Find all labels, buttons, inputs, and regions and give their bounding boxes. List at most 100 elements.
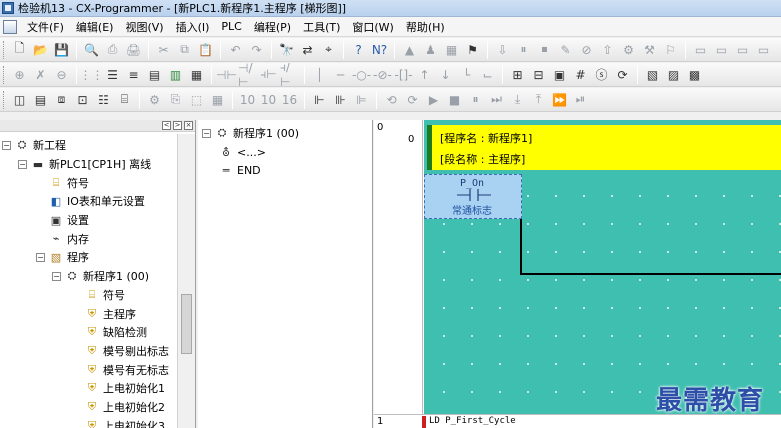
redo-icon[interactable]: ↷ [247,41,266,59]
monitor-comment-icon[interactable]: ▦ [187,66,206,84]
workspace-scroll-left-button[interactable]: < [162,121,171,130]
tree-item[interactable]: ⛨ 上电初始化3 [0,416,195,428]
contact-or-icon[interactable]: ⫞⊢ [259,66,278,84]
sim-pause-icon[interactable]: ⏸ [466,91,485,109]
tree-item[interactable]: ▣ 设置 [0,211,195,230]
address-icon[interactable]: # [571,66,590,84]
window4-icon[interactable]: ▭ [754,41,773,59]
output-window-icon[interactable]: ▤ [31,91,50,109]
window3-icon[interactable]: ▭ [733,41,752,59]
build-icon[interactable]: ⎘ [166,91,185,109]
app-icon[interactable] [2,2,14,14]
coil-nc-icon[interactable]: -⊘- [373,66,392,84]
line-delete-icon[interactable]: ⌙ [478,66,497,84]
down-diff-icon[interactable]: ↓ [436,66,455,84]
menu-plc[interactable]: PLC [215,20,247,33]
tree-item[interactable]: ⛨ 模号有无标志 [0,360,195,379]
watch-window-icon[interactable]: ⧈ [52,91,71,109]
sim-end-icon[interactable]: ⏯ [571,91,590,109]
workspace-close-button[interactable]: × [184,121,193,130]
instruction-icon[interactable]: -[]- [394,66,413,84]
bit-reset-icon[interactable]: ⊪ [331,91,350,109]
zoom-in-icon[interactable]: ⊕ [10,66,29,84]
find-icon[interactable]: 🔭 [277,41,296,59]
up-diff-icon[interactable]: ↑ [415,66,434,84]
force-icon[interactable]: ⊫ [352,91,371,109]
ladder-canvas[interactable]: [程序名 : 新程序1] [段名称 : 主程序] P_On 常通标志 [424,120,781,414]
tree-expander-icon[interactable]: − [36,252,45,262]
display-10-icon[interactable]: 10 [238,91,257,109]
sim-trace-icon[interactable]: ⟳ [403,91,422,109]
selection-tool-icon[interactable]: ✗ [31,66,50,84]
window2-icon[interactable]: ▭ [712,41,731,59]
menu-window[interactable]: 窗口(W) [346,19,399,35]
open-icon[interactable]: 📂 [31,41,50,59]
vertical-line-icon[interactable]: │ [310,66,329,84]
sim-fast-icon[interactable]: ⏩ [550,91,569,109]
window-tile-icon[interactable]: ▨ [664,66,683,84]
zoom-out-icon[interactable]: ⊖ [52,66,71,84]
context-help-icon[interactable]: N? [370,41,389,59]
bit-set-icon[interactable]: ⊩ [310,91,329,109]
tree-item[interactable]: ⛨ 上电初始化1 [0,379,195,398]
sim-stop-icon[interactable]: ■ [445,91,464,109]
help-icon[interactable]: ? [349,41,368,59]
new-icon[interactable]: 🗋 [10,41,29,59]
tree-item[interactable]: − ⛭ 新程序1 (00) [0,267,195,286]
line-connect-icon[interactable]: └ [457,66,476,84]
program-mode-icon[interactable]: ⚙ [619,41,638,59]
project-workspace-icon[interactable]: ◫ [10,91,29,109]
monitor-icon[interactable]: ♟ [421,41,440,59]
edit-online-icon[interactable]: ✎ [556,41,575,59]
print-setup-icon[interactable]: 🖨 [124,41,143,59]
display-16-icon[interactable]: 16 [280,91,299,109]
tree-expander-icon[interactable]: − [202,128,211,138]
contact-no-icon[interactable]: ⊣⊢ [216,66,237,84]
contact-ornc-icon[interactable]: ⫞/⊢ [280,63,299,86]
run-mode-icon[interactable]: ⚐ [661,41,680,59]
tree-item[interactable]: − ⛭ 新工程 [0,136,195,155]
tree-item[interactable]: ◧ IO表和单元设置 [0,192,195,211]
replace-icon[interactable]: ⇄ [298,41,317,59]
selected-contact[interactable]: P_On 常通标志 [424,174,522,219]
cross-ref-icon[interactable]: ⟳ [613,66,632,84]
online-icon[interactable]: ▲ [400,41,419,59]
symbol-icon[interactable]: ⓢ [592,66,611,84]
print-icon[interactable]: ⎙ [103,41,122,59]
sim-step-icon[interactable]: ⏭ [487,91,506,109]
toolbar-grip[interactable] [3,90,6,109]
pause-icon[interactable]: ⏸ [514,41,533,59]
save-icon[interactable]: 💾 [52,41,71,59]
coil-icon[interactable]: -○- [352,66,371,84]
tree-item[interactable]: − ⛭ 新程序1 (00) [198,124,372,143]
toolbar-grip[interactable] [3,40,6,59]
tree-expander-icon[interactable]: − [18,159,27,169]
list-icon[interactable]: ≡ [124,66,143,84]
rung-insert-icon[interactable]: ⊞ [508,66,527,84]
transfer-online-icon[interactable]: ⇧ [598,41,617,59]
rung-comment-icon[interactable]: ▤ [145,66,164,84]
find-address-icon[interactable]: ⌖ [319,41,338,59]
copy-icon[interactable]: ⧉ [175,41,194,59]
tree-item[interactable]: ⛨ 上电初始化2 [0,398,195,417]
io-table-icon[interactable]: ☷ [94,91,113,109]
properties-icon[interactable]: ▩ [685,66,704,84]
bar-icon[interactable]: ▥ [166,66,185,84]
cancel-online-icon[interactable]: ⊘ [577,41,596,59]
memory-view-icon[interactable]: ⌸ [115,91,134,109]
sim-run-icon[interactable]: ▶ [424,91,443,109]
sim-step-in-icon[interactable]: ⤓ [508,91,527,109]
window-cascade-icon[interactable]: ▧ [643,66,662,84]
workspace-scroll-thumb[interactable] [181,294,192,354]
toolbar-grip[interactable] [3,65,6,84]
window1-icon[interactable]: ▭ [691,41,710,59]
rung-header-comment[interactable]: [程序名 : 新程序1] [段名称 : 主程序] [432,125,781,170]
horizontal-line-icon[interactable]: ─ [331,66,350,84]
workspace-scrollbar[interactable] [177,134,195,428]
contact-nc-icon[interactable]: ⊣/⊢ [238,63,257,86]
address-reference-icon[interactable]: ⊡ [73,91,92,109]
tree-item[interactable]: ⌸ 符号 [0,286,195,305]
rung-delete-icon[interactable]: ⊟ [529,66,548,84]
global-symbols-icon[interactable]: ▦ [208,91,227,109]
tree-item[interactable]: ⛨ 主程序 [0,304,195,323]
